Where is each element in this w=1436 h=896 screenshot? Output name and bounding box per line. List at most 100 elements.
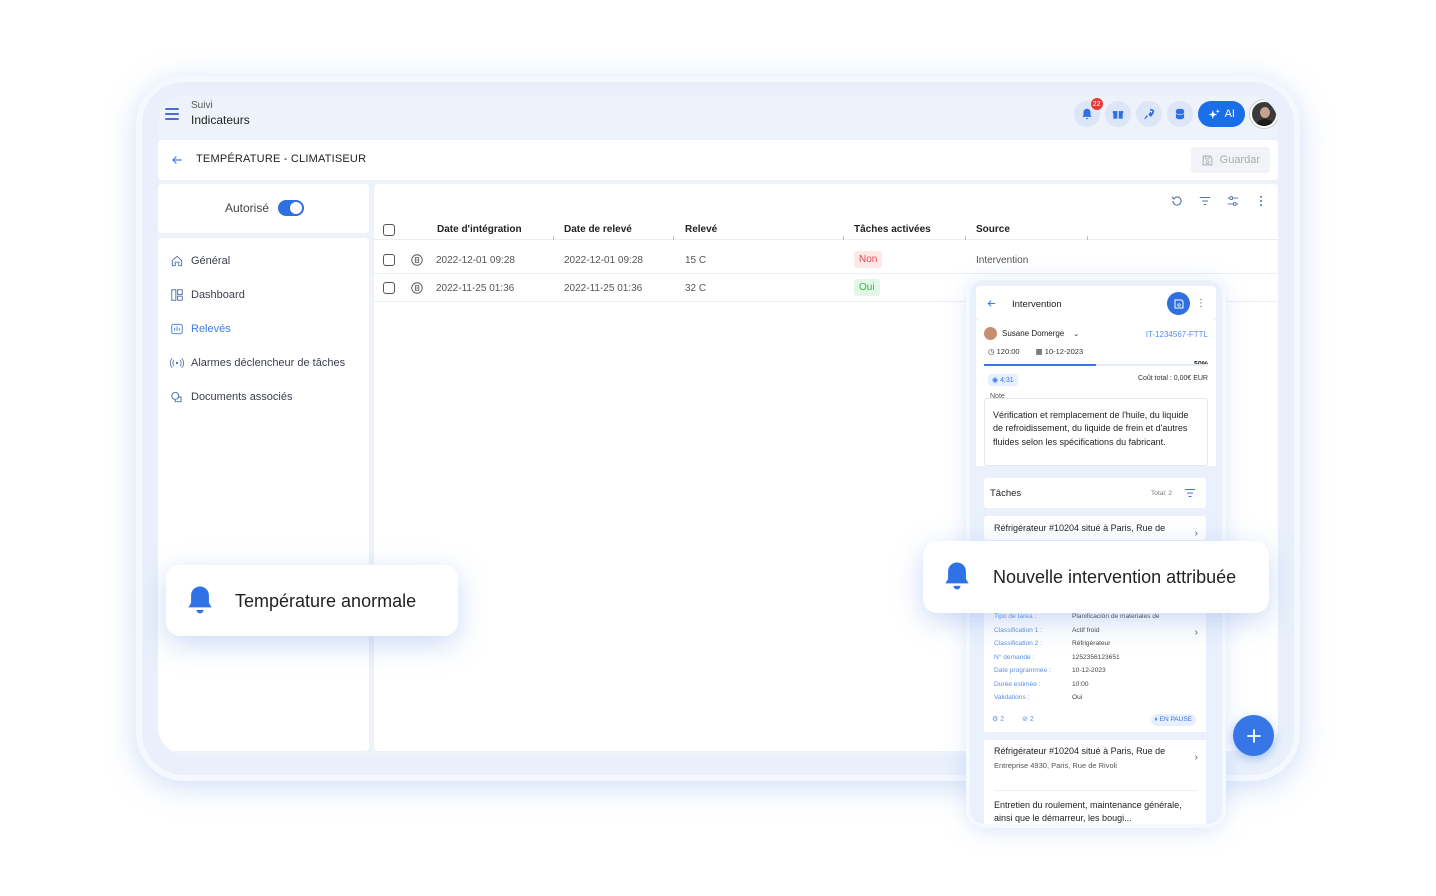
mobile-save-button[interactable]	[1167, 292, 1190, 315]
intervention-source-icon	[411, 254, 423, 266]
detail-key: Classification 2 :	[994, 640, 1043, 647]
readings-icon	[171, 323, 183, 335]
column-header[interactable]: Source	[976, 224, 1010, 235]
chevron-right-icon[interactable]: ›	[1195, 627, 1198, 638]
progress-bar	[984, 364, 1208, 366]
status-label: EN PAUSE	[1159, 716, 1192, 723]
note-field[interactable]: Vérification et remplacement de l'huile,…	[984, 398, 1208, 466]
breadcrumb-parent[interactable]: Suivi	[191, 100, 250, 111]
row-checkbox[interactable]	[383, 282, 395, 294]
nav-label: Relevés	[191, 323, 231, 335]
row-checkbox[interactable]	[383, 254, 395, 266]
table-toolbar	[1170, 194, 1268, 208]
ai-button[interactable]: AI	[1197, 101, 1245, 127]
task-card[interactable]: Réfrigérateur #10204 situé à Paris, Rue …	[984, 740, 1206, 824]
cell-source: Intervention	[976, 255, 1029, 266]
tasks-header: Tâches Total: 2	[984, 478, 1206, 508]
pause-icon: ⏸	[1154, 716, 1158, 723]
bell-icon	[945, 562, 969, 590]
timer-badge[interactable]: ◉ 4:31	[988, 374, 1018, 386]
user-avatar[interactable]	[1250, 100, 1278, 128]
nav-item-alarmes[interactable]: Alarmes déclencheur de tâches	[170, 352, 345, 374]
back-arrow-icon[interactable]	[986, 298, 997, 309]
dashboard-icon	[171, 289, 183, 301]
tools-icon: ⚙	[992, 716, 999, 723]
notifications-button[interactable]: 22	[1073, 98, 1103, 127]
column-header[interactable]: Date de relevé	[564, 224, 632, 235]
column-header[interactable]: Relevé	[685, 224, 717, 235]
rocket-button[interactable]	[1135, 101, 1162, 127]
detail-value: 1252356123651	[1072, 654, 1120, 661]
database-button[interactable]	[1166, 101, 1193, 127]
hamburger-menu-icon[interactable]	[165, 108, 179, 120]
screen: Suivi Indicateurs 22 AI TEMPÉRATURE - CL…	[0, 0, 1436, 896]
nav-label: Documents associés	[191, 391, 293, 403]
chevron-down-icon: ⌄	[1073, 330, 1080, 338]
notification-toast-temperature[interactable]: Température anormale	[166, 565, 458, 636]
nav-item-dashboard[interactable]: Dashboard	[170, 284, 245, 306]
column-header[interactable]: Tâches activées	[854, 224, 931, 235]
scheduled-date: ▦ 10-12-2023	[1036, 347, 1084, 356]
chevron-right-icon: ›	[1194, 752, 1198, 763]
column-resize-handle[interactable]	[840, 236, 844, 240]
authorized-label: Autorisé	[225, 201, 270, 215]
save-button[interactable]: Guardar	[1190, 147, 1270, 173]
attachments-value: 2	[1029, 716, 1034, 723]
alarm-signal-icon	[170, 358, 184, 368]
timer-value: 4:31	[1000, 377, 1014, 384]
gift-button[interactable]	[1104, 101, 1131, 127]
task-card[interactable]: Réfrigérateur #10204 situé à Paris, Rue …	[984, 516, 1206, 540]
authorized-toggle[interactable]	[278, 200, 304, 216]
tasks-label: Tâches	[990, 488, 1022, 499]
date-value: 10-12-2023	[1044, 347, 1084, 356]
detail-key: Classification 1 :	[994, 627, 1043, 634]
cell-reading: 32 C	[685, 283, 707, 294]
save-label: Guardar	[1219, 154, 1260, 166]
select-all-checkbox[interactable]	[383, 224, 395, 236]
intervention-reference[interactable]: IT-1234567-FTTL	[1146, 330, 1208, 339]
nav-item-general[interactable]: Général	[170, 250, 230, 272]
detail-key: Durée estimée :	[994, 681, 1041, 688]
table-header: Date d'intégration Date de relevé Relevé…	[374, 218, 1278, 240]
column-resize-handle[interactable]	[962, 236, 966, 240]
task-subtitle: Entreprise 4930, Paris, Rue de Rivoli	[994, 761, 1117, 770]
resources-value: 2	[1000, 716, 1005, 723]
assignee-selector[interactable]: Susane Domerge ⌄	[984, 327, 1079, 340]
attachments-count[interactable]: ⊘ 2	[1022, 715, 1034, 723]
column-resize-handle[interactable]	[670, 236, 674, 240]
add-button[interactable]	[1233, 715, 1274, 756]
column-resize-handle[interactable]	[550, 236, 554, 240]
nav-item-documents[interactable]: Documents associés	[170, 386, 293, 408]
table-row[interactable]: 2022-12-01 09:28 2022-12-01 09:28 15 C N…	[374, 246, 1278, 274]
status-badge[interactable]: ⏸ EN PAUSE	[1150, 714, 1196, 726]
resources-count[interactable]: ⚙ 2	[992, 715, 1004, 723]
more-vertical-icon[interactable]	[1254, 194, 1268, 208]
column-header[interactable]: Date d'intégration	[437, 224, 522, 235]
documents-icon	[171, 391, 182, 403]
bell-icon	[1081, 108, 1092, 120]
nav-item-releves[interactable]: Relevés	[170, 318, 231, 340]
notification-toast-intervention[interactable]: Nouvelle intervention attribuée	[923, 541, 1269, 613]
tasks-status-badge: Non	[854, 251, 883, 268]
settings-sliders-icon[interactable]	[1226, 194, 1240, 208]
total-cost: Coût total : 0,00€ EUR	[1137, 375, 1208, 382]
back-arrow-icon[interactable]	[170, 153, 184, 167]
refresh-icon[interactable]	[1170, 194, 1184, 208]
filter-icon[interactable]	[1184, 488, 1196, 498]
cell-reading: 15 C	[685, 255, 707, 266]
cell-integration-date: 2022-11-25 01:36	[436, 283, 515, 294]
detail-value: 10:00	[1072, 681, 1089, 688]
mobile-title: Intervention	[1012, 299, 1062, 310]
task-title: Réfrigérateur #10204 situé à Paris, Rue …	[994, 746, 1166, 756]
duration-value: 120:00	[996, 347, 1020, 356]
nav-label: Général	[191, 255, 231, 267]
database-icon	[1175, 108, 1184, 120]
filter-icon[interactable]	[1198, 194, 1212, 208]
column-resize-handle[interactable]	[1084, 236, 1088, 240]
breadcrumb: Suivi Indicateurs	[191, 100, 250, 127]
nav-label: Alarmes déclencheur de tâches	[191, 357, 346, 369]
intervention-meta: ◷ 120:00 ▦ 10-12-2023	[988, 347, 1083, 356]
assignee-name: Susane Domerge	[1002, 329, 1065, 338]
more-vertical-icon[interactable]: ⋮	[1196, 298, 1206, 309]
task-title: Réfrigérateur #10204 situé à Paris, Rue …	[994, 523, 1166, 533]
